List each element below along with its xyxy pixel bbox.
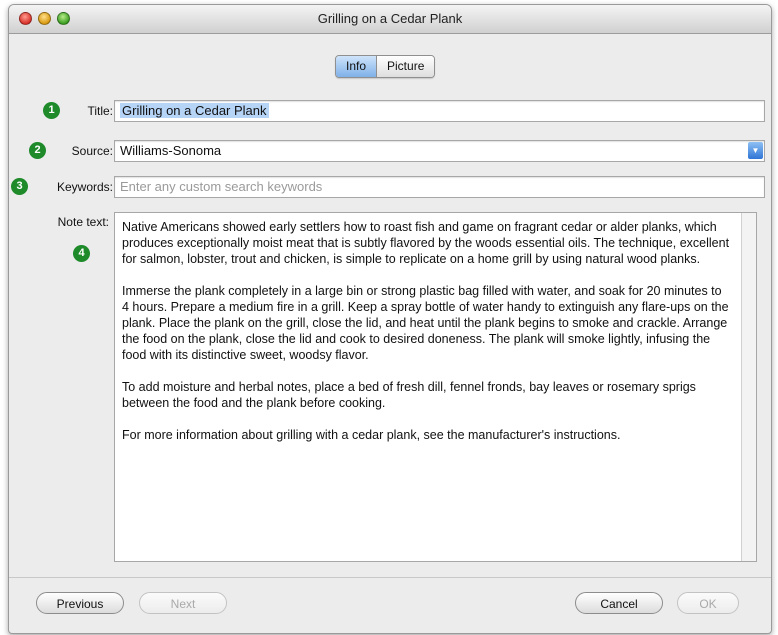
note-paragraph: To add moisture and herbal notes, place … (122, 380, 696, 410)
callout-badge-4: 4 (73, 245, 90, 262)
note-paragraph: Immerse the plank completely in a large … (122, 284, 729, 362)
keywords-placeholder: Enter any custom search keywords (120, 179, 323, 194)
note-text-content: Native Americans showed early settlers h… (122, 219, 732, 459)
note-paragraph: For more information about grilling with… (122, 428, 621, 442)
cancel-button[interactable]: Cancel (575, 592, 663, 614)
title-label: Title: (87, 104, 113, 118)
source-combo-box[interactable]: Williams-Sonoma ▼ (114, 140, 765, 162)
combo-arrow-icon[interactable]: ▼ (748, 142, 763, 159)
previous-button[interactable]: Previous (36, 592, 124, 614)
bottom-divider (9, 577, 771, 578)
note-text-area[interactable]: Native Americans showed early settlers h… (114, 212, 757, 562)
title-field[interactable]: Grilling on a Cedar Plank (114, 100, 765, 122)
next-button[interactable]: Next (139, 592, 227, 614)
ok-button[interactable]: OK (677, 592, 739, 614)
keywords-label: Keywords: (56, 180, 113, 194)
note-scrollbar[interactable] (741, 213, 756, 561)
source-combo-value: Williams-Sonoma (120, 143, 222, 158)
note-text-label: Note text: (57, 215, 109, 229)
tab-picture[interactable]: Picture (377, 56, 435, 77)
title-bar[interactable]: Grilling on a Cedar Plank (9, 5, 771, 34)
title-field-value: Grilling on a Cedar Plank (120, 103, 269, 118)
note-paragraph: Native Americans showed early settlers h… (122, 220, 730, 266)
tab-info[interactable]: Info (336, 56, 378, 77)
window-title: Grilling on a Cedar Plank (317, 11, 463, 26)
callout-badge-1: 1 (43, 102, 60, 119)
tab-control: Info Picture (335, 55, 436, 78)
dialog-window: Grilling on a Cedar Plank Info Picture 1… (8, 4, 772, 634)
source-label: Source: (71, 144, 113, 158)
keywords-field[interactable]: Enter any custom search keywords (114, 176, 765, 198)
